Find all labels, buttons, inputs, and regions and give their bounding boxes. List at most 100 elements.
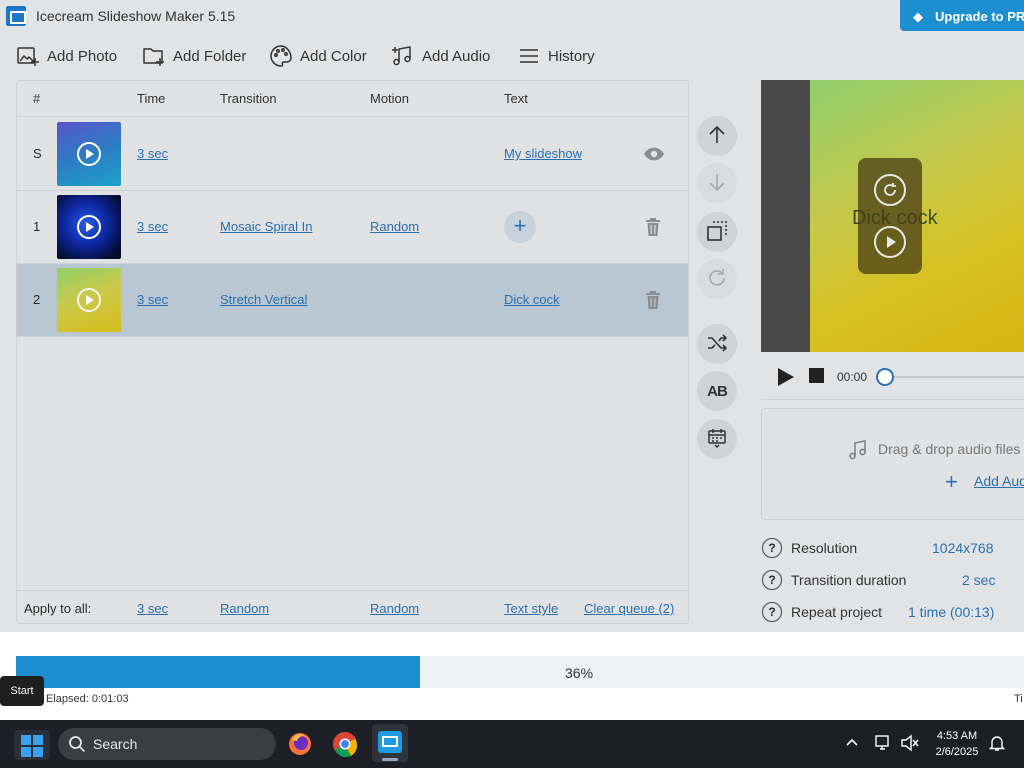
move-up-button[interactable] [697,116,737,156]
player-controls: 00:00 [761,352,1024,400]
help-icon[interactable]: ? [762,538,782,558]
help-icon[interactable]: ? [762,602,782,622]
play-icon[interactable] [874,226,906,258]
taskbar-clock[interactable]: 4:53 AM 2/6/2025 [928,728,986,760]
add-color-button[interactable]: Add Color [269,40,367,72]
resolution-value[interactable]: 1024x768 [932,540,994,556]
seek-track[interactable] [885,376,1024,378]
clear-queue-link[interactable]: Clear queue (2) [584,601,674,616]
rotate-button[interactable] [697,259,737,299]
slide-time-link[interactable]: 3 sec [137,219,168,234]
shuffle-icon [706,333,728,356]
apply-transition-link[interactable]: Random [220,601,269,616]
slide-motion-link[interactable]: Random [370,219,419,234]
progress-percent: 36% [565,665,594,681]
header-transition: Transition [220,91,277,106]
slide-text-link[interactable]: Dick cock [504,292,560,307]
arrow-up-icon [708,125,726,148]
preview-frame: Dick cock [810,80,1024,352]
row-number: S [33,146,42,161]
table-row[interactable]: S 3 sec My slideshow [17,118,688,191]
start-tooltip: Start [0,676,44,706]
playback-time: 00:00 [837,370,868,384]
replay-icon[interactable] [874,174,906,206]
header-motion: Motion [370,91,410,106]
property-label: Resolution [791,540,858,556]
transition-duration-value[interactable]: 2 sec [962,572,995,588]
audio-drop-zone[interactable]: Drag & drop audio files here + Add Audio [761,408,1024,520]
table-row[interactable]: 1 3 sec Mosaic Spiral In Random + [17,191,688,264]
table-row-selected[interactable]: 2 3 sec Stretch Vertical Dick cock [17,264,688,337]
volume-muted-icon[interactable] [900,734,920,755]
move-down-button[interactable] [697,163,737,203]
slide-time-link[interactable]: 3 sec [137,146,168,161]
diamond-icon: ◆ [913,9,923,24]
trash-icon[interactable] [643,290,663,310]
slide-transition-link[interactable]: Stretch Vertical [220,292,307,307]
shuffle-button[interactable] [697,324,737,364]
add-audio-link[interactable]: Add Audio [974,473,1024,489]
app-logo-icon [6,6,26,26]
text-style-link[interactable]: Text style [504,601,558,616]
stop-button[interactable] [809,368,824,383]
search-label: Search [93,736,138,752]
property-label: Repeat project [791,604,883,620]
repeat-project-value[interactable]: 1 time (00:13) [908,604,994,620]
add-folder-icon [142,44,166,68]
slideshow-maker-icon [378,731,402,753]
clock-date: 2/6/2025 [935,746,979,758]
help-icon[interactable]: ? [762,570,782,590]
resolution-property: ? Resolution 1024x768 [762,538,1024,560]
progress-fill [16,656,420,688]
add-photo-button[interactable]: Add Photo [16,40,117,72]
crop-button[interactable] [697,212,737,252]
add-audio-button[interactable]: Add Audio [391,40,490,72]
slide-thumbnail[interactable] [57,122,121,186]
slide-text-link[interactable]: My slideshow [504,146,582,161]
firefox-icon[interactable] [284,728,316,760]
transition-duration-property: ? Transition duration 2 sec [762,570,1024,592]
slide-preview: Dick cock [761,80,1024,352]
apply-to-all-bar: Apply to all: 3 sec Random Random Text s… [17,590,688,623]
upgrade-button[interactable]: ◆ Upgrade to PRO [900,0,1024,31]
play-icon[interactable] [77,142,101,166]
windows-start-icon[interactable] [14,730,50,760]
calendar-button[interactable] [697,419,737,459]
apply-time-link[interactable]: 3 sec [137,601,168,616]
palette-icon [269,44,293,68]
music-note-icon [848,439,870,464]
chevron-up-icon[interactable] [845,735,859,752]
notification-bell-icon[interactable] [988,734,1006,755]
add-folder-button[interactable]: Add Folder [142,40,246,72]
plus-icon[interactable]: + [945,469,958,495]
calendar-icon [706,427,728,452]
chrome-icon[interactable] [329,728,361,760]
elapsed-time: Elapsed: 0:01:03 [46,693,129,705]
add-color-label: Add Color [300,47,367,65]
text-style-button[interactable]: AB [697,371,737,411]
slide-time-link[interactable]: 3 sec [137,292,168,307]
trash-icon[interactable] [643,217,663,237]
arrow-down-icon [708,172,726,195]
title-bar: Icecream Slideshow Maker 5.15 ◆ Upgrade … [0,0,1024,32]
network-icon[interactable] [874,734,894,755]
rotate-icon [706,267,728,292]
add-text-button[interactable]: + [504,211,536,243]
eye-icon[interactable] [643,144,665,164]
history-button[interactable]: History [517,40,595,72]
slide-thumbnail[interactable] [57,195,121,259]
slide-thumbnail[interactable] [57,268,121,332]
search-icon [68,735,86,756]
slideshow-maker-taskbar-button[interactable] [372,724,408,762]
slide-transition-link[interactable]: Mosaic Spiral In [220,219,312,234]
taskbar-search[interactable]: Search [58,728,276,760]
apply-motion-link[interactable]: Random [370,601,419,616]
header-time: Time [137,91,166,106]
play-icon[interactable] [77,288,101,312]
play-icon[interactable] [77,215,101,239]
seek-handle[interactable] [876,368,894,386]
app-title: Icecream Slideshow Maker 5.15 [36,8,236,24]
text-ab-icon: AB [707,382,728,400]
slide-queue-panel: # Time Transition Motion Text S 3 sec My… [16,80,689,624]
play-button[interactable] [777,367,795,390]
